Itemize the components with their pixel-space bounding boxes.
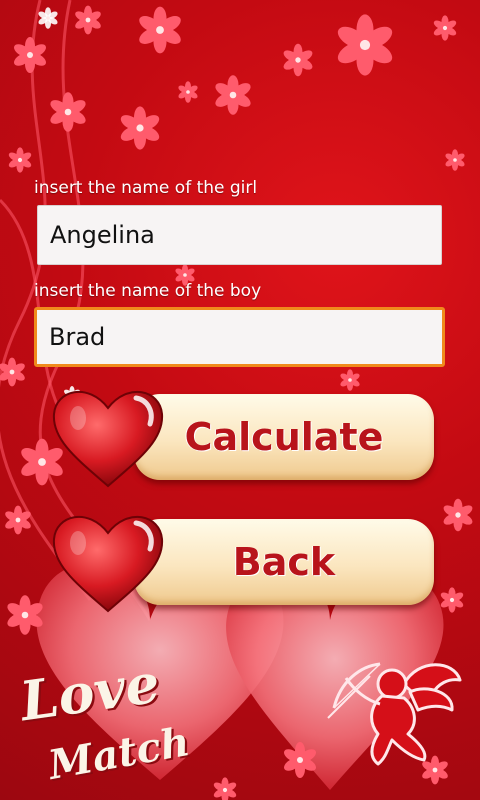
heart-icon — [52, 515, 164, 613]
calculate-button[interactable]: Calculate — [48, 378, 438, 496]
heart-icon — [52, 390, 164, 488]
calculate-button-label: Calculate — [184, 415, 384, 459]
logo-line-match: Match — [44, 718, 194, 789]
love-match-logo: Love Match — [12, 651, 212, 800]
logo-line-love: Love — [16, 650, 164, 734]
girl-name-label: insert the name of the girl — [34, 178, 258, 198]
back-button-label: Back — [232, 540, 336, 584]
back-button[interactable]: Back — [48, 503, 438, 621]
boy-name-input[interactable] — [34, 307, 445, 367]
girl-name-input[interactable] — [37, 205, 442, 265]
cupid-icon — [327, 662, 462, 766]
boy-name-label: insert the name of the boy — [34, 281, 262, 301]
app-screen: insert the name of the girl insert the n… — [0, 0, 480, 800]
